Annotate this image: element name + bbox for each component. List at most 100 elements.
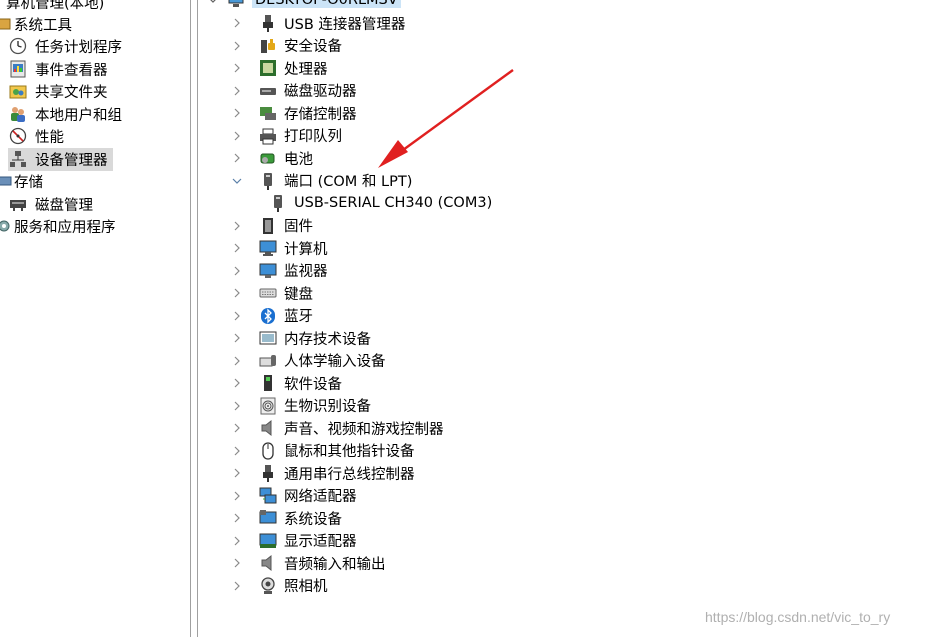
chevron-right-icon[interactable] — [230, 331, 244, 345]
battery-icon — [258, 148, 278, 168]
printer-icon — [258, 126, 278, 146]
chevron-right-icon[interactable] — [230, 241, 244, 255]
chevron-right-icon[interactable] — [230, 264, 244, 278]
device-category[interactable]: 音频输入和输出 — [230, 552, 386, 574]
chevron-right-icon[interactable] — [230, 61, 244, 75]
device-category[interactable]: 固件 — [230, 215, 313, 237]
memory-device-icon — [258, 328, 278, 348]
device-tree-root[interactable]: DESKTOP-O0RLMSV — [206, 0, 401, 11]
tree-item-event-viewer[interactable]: 事件查看器 — [8, 58, 110, 80]
device-label: 固件 — [284, 219, 313, 235]
chevron-right-icon[interactable] — [230, 309, 244, 323]
device-category[interactable]: 计算机 — [230, 237, 328, 259]
tree-item-label: 事件查看器 — [35, 62, 108, 79]
performance-icon — [8, 126, 28, 146]
device-label: 照相机 — [284, 579, 328, 595]
device-category[interactable]: 监视器 — [230, 260, 328, 282]
disk-drive-icon — [258, 81, 278, 101]
tree-item-local-users-groups[interactable]: 本地用户和组 — [8, 103, 124, 125]
device-label: 通用串行总线控制器 — [284, 466, 415, 483]
chevron-right-icon[interactable] — [230, 556, 244, 570]
mouse-icon — [258, 441, 278, 461]
display-adapter-icon — [258, 531, 278, 551]
chevron-right-icon[interactable] — [230, 421, 244, 435]
device-label: 处理器 — [284, 61, 328, 78]
device-category[interactable]: 电池 — [230, 147, 313, 169]
disk-management-icon — [8, 194, 28, 214]
network-adapter-icon — [258, 486, 278, 506]
chevron-right-icon[interactable] — [230, 399, 244, 413]
device-category[interactable]: USB 连接器管理器 — [230, 12, 405, 34]
device-label: 端口 (COM 和 LPT) — [284, 174, 413, 190]
device-label: USB-SERIAL CH340 (COM3) — [294, 195, 493, 211]
tree-item-label: 存储 — [14, 174, 43, 191]
device-category[interactable]: 磁盘驱动器 — [230, 80, 357, 102]
device-category[interactable]: 处理器 — [230, 57, 328, 79]
chevron-right-icon[interactable] — [230, 84, 244, 98]
device-category[interactable]: 声音、视频和游戏控制器 — [230, 417, 444, 439]
device-label: 内存技术设备 — [284, 331, 371, 348]
chevron-right-icon[interactable] — [230, 39, 244, 53]
device-tree: DESKTOP-O0RLMSV USB 连接器管理器 安全设备处理器磁盘驱动器 存储… — [198, 0, 925, 637]
computer-icon — [226, 0, 246, 10]
chevron-right-icon[interactable] — [230, 534, 244, 548]
device-label: 监视器 — [284, 264, 328, 280]
device-tree-root-label: DESKTOP-O0RLMSV — [252, 0, 401, 8]
clock-icon — [8, 36, 28, 56]
chevron-right-icon[interactable] — [230, 489, 244, 503]
tree-item-services-applications[interactable]: 服务和应用程序 — [0, 215, 118, 237]
chevron-right-icon[interactable] — [230, 219, 244, 233]
tree-item-storage[interactable]: 存储 — [0, 170, 45, 192]
device-category[interactable]: 照相机 — [230, 575, 328, 597]
audio-io-icon — [258, 553, 278, 573]
device-label: 蓝牙 — [284, 309, 313, 325]
device-category[interactable]: 内存技术设备 — [230, 327, 371, 349]
tree-item-device-manager[interactable]: 设备管理器 — [8, 147, 113, 171]
device-category[interactable]: 安全设备 — [230, 35, 342, 57]
device-item[interactable]: USB-SERIAL CH340 (COM3) — [254, 192, 492, 214]
chevron-right-icon[interactable] — [230, 129, 244, 143]
device-category[interactable]: 人体学输入设备 — [230, 350, 386, 372]
chevron-right-icon[interactable] — [230, 106, 244, 120]
chevron-right-icon[interactable] — [230, 444, 244, 458]
chevron-right-icon[interactable] — [230, 376, 244, 390]
chevron-down-icon[interactable] — [206, 0, 220, 7]
tree-root-computer-management[interactable]: 算机管理(本地) — [4, 0, 106, 13]
device-category[interactable]: 系统设备 — [230, 507, 342, 529]
device-category[interactable]: 显示适配器 — [230, 530, 357, 552]
device-label: 声音、视频和游戏控制器 — [284, 421, 444, 438]
chevron-right-icon[interactable] — [230, 151, 244, 165]
chevron-down-icon[interactable] — [230, 174, 244, 188]
device-label: 人体学输入设备 — [284, 354, 386, 370]
chevron-right-icon[interactable] — [230, 354, 244, 368]
tree-item-system-tools[interactable]: 系统工具 — [0, 13, 74, 35]
device-category[interactable]: 鼠标和其他指针设备 — [230, 440, 415, 462]
device-category[interactable]: 存储控制器 — [230, 102, 357, 124]
device-category[interactable]: 键盘 — [230, 282, 313, 304]
device-category[interactable]: 端口 (COM 和 LPT) — [230, 170, 412, 192]
device-label: 系统设备 — [284, 511, 342, 528]
chevron-right-icon[interactable] — [230, 466, 244, 480]
tree-item-label: 系统工具 — [14, 17, 72, 34]
hid-icon — [258, 351, 278, 371]
tree-item-task-scheduler[interactable]: 任务计划程序 — [8, 35, 124, 57]
tree-item-disk-management[interactable]: 磁盘管理 — [8, 193, 95, 215]
device-category[interactable]: 网络适配器 — [230, 485, 357, 507]
device-category[interactable]: 生物识别设备 — [230, 395, 371, 417]
device-category[interactable]: 打印队列 — [230, 125, 342, 147]
chevron-right-icon[interactable] — [230, 511, 244, 525]
keyboard-icon — [258, 283, 278, 303]
tree-item-performance[interactable]: 性能 — [8, 125, 66, 147]
shared-folder-icon — [8, 81, 28, 101]
monitor-icon — [258, 261, 278, 281]
chevron-right-icon[interactable] — [230, 286, 244, 300]
tree-item-label: 共享文件夹 — [35, 84, 108, 101]
chevron-right-icon[interactable] — [230, 16, 244, 30]
tree-item-shared-folders[interactable]: 共享文件夹 — [8, 80, 110, 102]
device-category[interactable]: 通用串行总线控制器 — [230, 462, 415, 484]
device-label: 电池 — [284, 151, 313, 168]
device-category[interactable]: 蓝牙 — [230, 305, 313, 327]
pane-splitter[interactable] — [190, 0, 198, 637]
chevron-right-icon[interactable] — [230, 579, 244, 593]
device-category[interactable]: 软件设备 — [230, 372, 342, 394]
